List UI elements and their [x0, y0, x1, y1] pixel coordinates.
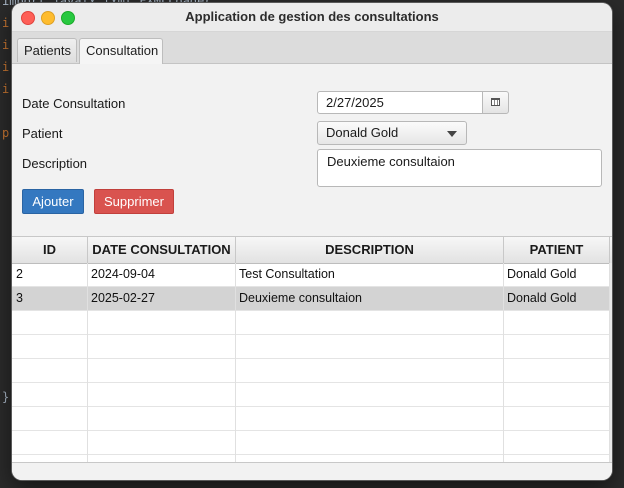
app-window: Application de gestion des consultations…: [12, 3, 612, 480]
chevron-down-icon: [447, 131, 457, 137]
cell-id: 3: [12, 287, 88, 311]
consultation-panel: Date Consultation Patient Description 2/…: [12, 64, 612, 480]
cell-date: 2025-02-27: [88, 287, 236, 311]
empty-row: [12, 407, 610, 431]
table-bottom-edge: [12, 462, 612, 480]
column-divider: [235, 263, 236, 463]
patient-select[interactable]: Donald Gold: [317, 121, 467, 145]
date-consultation-input[interactable]: 2/27/2025: [317, 91, 483, 114]
table-row-selected[interactable]: 3 2025-02-27 Deuxieme consultaion Donald…: [12, 287, 610, 311]
column-divider: [87, 263, 88, 463]
description-label: Description: [22, 156, 88, 171]
cell-patient: Donald Gold: [504, 287, 610, 311]
column-header-description[interactable]: DESCRIPTION: [236, 237, 504, 263]
date-consultation-label: Date Consultation: [22, 96, 126, 111]
column-header-id[interactable]: ID: [12, 237, 88, 263]
empty-row: [12, 431, 610, 455]
patient-select-value: Donald Gold: [326, 125, 399, 140]
tab-patients[interactable]: Patients: [17, 38, 77, 62]
column-divider: [503, 263, 504, 463]
description-textarea[interactable]: Deuxieme consultaion: [317, 149, 602, 187]
title-bar: Application de gestion des consultations: [12, 3, 612, 32]
empty-row: [12, 335, 610, 359]
cell-description: Test Consultation: [236, 263, 504, 287]
table-scroll-edge: [610, 263, 612, 463]
add-button[interactable]: Ajouter: [22, 189, 84, 214]
table-row[interactable]: 2 2024-09-04 Test Consultation Donald Go…: [12, 263, 610, 287]
window-title: Application de gestion des consultations: [185, 9, 439, 24]
tab-consultation[interactable]: Consultation: [79, 38, 163, 64]
consultations-table: ID DATE CONSULTATION DESCRIPTION PATIENT…: [12, 236, 612, 463]
empty-row: [12, 311, 610, 335]
column-header-date[interactable]: DATE CONSULTATION: [88, 237, 236, 263]
cell-date: 2024-09-04: [88, 263, 236, 287]
empty-row: [12, 383, 610, 407]
cell-description: Deuxieme consultaion: [236, 287, 504, 311]
cell-patient: Donald Gold: [504, 263, 610, 287]
cell-id: 2: [12, 263, 88, 287]
empty-row: [12, 359, 610, 383]
tab-bar: Patients Consultation: [12, 32, 612, 64]
patient-label: Patient: [22, 126, 63, 141]
date-picker-button[interactable]: [482, 91, 509, 114]
calendar-icon: [491, 98, 500, 106]
delete-button[interactable]: Supprimer: [94, 189, 174, 214]
column-header-patient[interactable]: PATIENT: [504, 237, 610, 263]
table-header: ID DATE CONSULTATION DESCRIPTION PATIENT: [12, 237, 612, 264]
